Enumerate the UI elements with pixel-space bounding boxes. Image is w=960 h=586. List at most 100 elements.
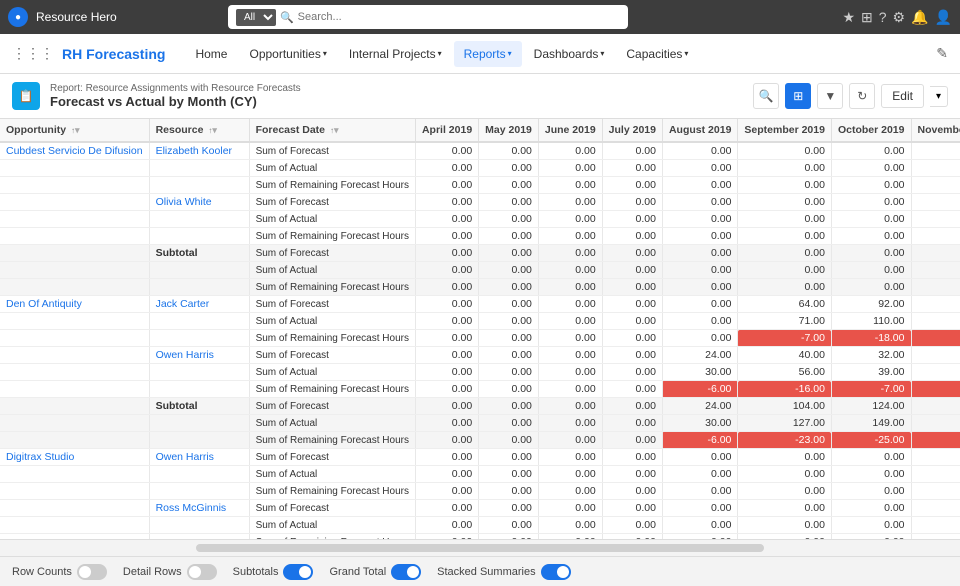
bookmark-icon[interactable]: ★ <box>842 9 855 26</box>
table-cell: 0.00 <box>738 279 832 296</box>
resource-cell: Subtotal <box>149 398 249 415</box>
resource-filter-icon[interactable]: ▾ <box>212 125 217 135</box>
opportunity-cell <box>0 415 149 432</box>
table-cell: 0.00 <box>911 194 960 211</box>
table-cell: -7.00 <box>911 381 960 398</box>
table-cell: 32.00 <box>831 347 911 364</box>
resource-link[interactable]: Owen Harris <box>156 349 214 361</box>
search-input[interactable] <box>298 11 620 23</box>
table-cell: 0.00 <box>911 449 960 466</box>
subtotals-toggle[interactable] <box>283 564 313 580</box>
stacked-summaries-toggle[interactable] <box>541 564 571 580</box>
th-resource[interactable]: Resource ↑▾ <box>149 119 249 142</box>
filter-button[interactable]: ▼ <box>817 83 843 109</box>
table-cell: 84.00 <box>911 296 960 313</box>
reports-caret: ▾ <box>508 49 512 58</box>
detail-rows-toggle[interactable] <box>187 564 217 580</box>
resource-link[interactable]: Ross McGinnis <box>156 502 227 514</box>
apps-icon[interactable]: ⊞ <box>861 9 873 26</box>
table-cell: 0.00 <box>831 160 911 177</box>
row-label-cell: Sum of Remaining Forecast Hours <box>249 228 415 245</box>
resource-cell <box>149 330 249 347</box>
nav-opportunities[interactable]: Opportunities▾ <box>239 41 336 67</box>
search-filter[interactable]: All <box>236 9 276 26</box>
table-cell: 0.00 <box>911 483 960 500</box>
table-cell: 0.00 <box>831 228 911 245</box>
table-cell: 0.00 <box>911 517 960 534</box>
table-row: Sum of Remaining Forecast Hours0.000.000… <box>0 228 960 245</box>
row-counts-toggle[interactable] <box>77 564 107 580</box>
nav-internal-projects[interactable]: Internal Projects▾ <box>339 41 452 67</box>
table-cell: -23.00 <box>738 432 832 449</box>
table-cell: 0.00 <box>538 142 602 160</box>
table-cell: 0.00 <box>662 160 737 177</box>
grid-icon[interactable]: ⋮⋮⋮ <box>12 45 54 62</box>
table-cell: 0.00 <box>415 517 478 534</box>
resource-cell <box>149 262 249 279</box>
table-cell: 0.00 <box>479 364 539 381</box>
table-cell: 0.00 <box>738 245 832 262</box>
grand-total-toggle[interactable] <box>391 564 421 580</box>
user-avatar[interactable]: 👤 <box>935 9 952 26</box>
table-cell: 0.00 <box>662 142 737 160</box>
nav-edit-icon[interactable]: ✎ <box>936 45 948 62</box>
nav-reports[interactable]: Reports▾ <box>454 41 522 67</box>
table-cell: 0.00 <box>831 211 911 228</box>
table-row: SubtotalSum of Forecast0.000.000.000.000… <box>0 245 960 262</box>
table-cell: 0.00 <box>415 313 478 330</box>
table-cell: 0.00 <box>479 449 539 466</box>
resource-cell: Olivia White <box>149 194 249 211</box>
table-cell: 0.00 <box>831 177 911 194</box>
table-cell: 0.00 <box>415 483 478 500</box>
resource-cell: Jack Carter <box>149 296 249 313</box>
table-cell: 0.00 <box>538 347 602 364</box>
table-cell: 0.00 <box>415 364 478 381</box>
table-cell: 0.00 <box>538 177 602 194</box>
table-cell: 0.00 <box>662 177 737 194</box>
resource-link[interactable]: Jack Carter <box>156 298 210 310</box>
table-cell: 149.00 <box>831 415 911 432</box>
search-report-button[interactable]: 🔍 <box>753 83 779 109</box>
refresh-button[interactable]: ↻ <box>849 83 875 109</box>
th-forecast-date[interactable]: Forecast Date ↑▾ <box>249 119 415 142</box>
table-cell: 0.00 <box>602 177 662 194</box>
nav-capacities[interactable]: Capacities▾ <box>616 41 698 67</box>
nav-brand[interactable]: RH Forecasting <box>62 46 165 62</box>
table-cell: 0.00 <box>602 517 662 534</box>
table-header-row: Opportunity ↑▾ Resource ↑▾ Forecast Date… <box>0 119 960 142</box>
table-cell: 0.00 <box>479 330 539 347</box>
table-cell: 124.00 <box>911 415 960 432</box>
forecast-filter-icon[interactable]: ▾ <box>334 125 339 135</box>
table-cell: 0.00 <box>602 398 662 415</box>
opportunity-link[interactable]: Cubdest Servicio De Difusion <box>6 145 143 157</box>
row-label-cell: Sum of Actual <box>249 466 415 483</box>
th-opportunity[interactable]: Opportunity ↑▾ <box>0 119 149 142</box>
table-cell: 40.00 <box>738 347 832 364</box>
nav-home[interactable]: Home <box>185 41 237 67</box>
table-row: Olivia WhiteSum of Forecast0.000.000.000… <box>0 194 960 211</box>
table-cell: 0.00 <box>602 211 662 228</box>
table-cell: 0.00 <box>479 194 539 211</box>
th-september-2019: September 2019 <box>738 119 832 142</box>
notifications-icon[interactable]: 🔔 <box>911 9 928 26</box>
table-cell: 85.00 <box>911 313 960 330</box>
resource-link[interactable]: Olivia White <box>156 196 212 208</box>
settings-icon[interactable]: ⚙ <box>893 9 906 26</box>
table-cell: 0.00 <box>831 449 911 466</box>
table-cell: 104.00 <box>738 398 832 415</box>
table-cell: 0.00 <box>479 415 539 432</box>
opportunity-link[interactable]: Digitrax Studio <box>6 451 74 463</box>
help-icon[interactable]: ? <box>879 9 887 26</box>
opportunity-link[interactable]: Den Of Antiquity <box>6 298 82 310</box>
grid-view-button[interactable]: ⊞ <box>785 83 811 109</box>
resource-link[interactable]: Owen Harris <box>156 451 214 463</box>
resource-link[interactable]: Elizabeth Kooler <box>156 145 232 157</box>
opportunity-filter-icon[interactable]: ▾ <box>75 125 80 135</box>
edit-button[interactable]: Edit <box>881 84 924 108</box>
nav-dashboards[interactable]: Dashboards▾ <box>524 41 615 67</box>
edit-dropdown-caret[interactable]: ▾ <box>930 86 948 107</box>
detail-rows-toggle-group: Detail Rows <box>123 564 217 580</box>
resource-cell <box>149 160 249 177</box>
resource-cell <box>149 466 249 483</box>
table-row: Sum of Remaining Forecast Hours0.000.000… <box>0 432 960 449</box>
